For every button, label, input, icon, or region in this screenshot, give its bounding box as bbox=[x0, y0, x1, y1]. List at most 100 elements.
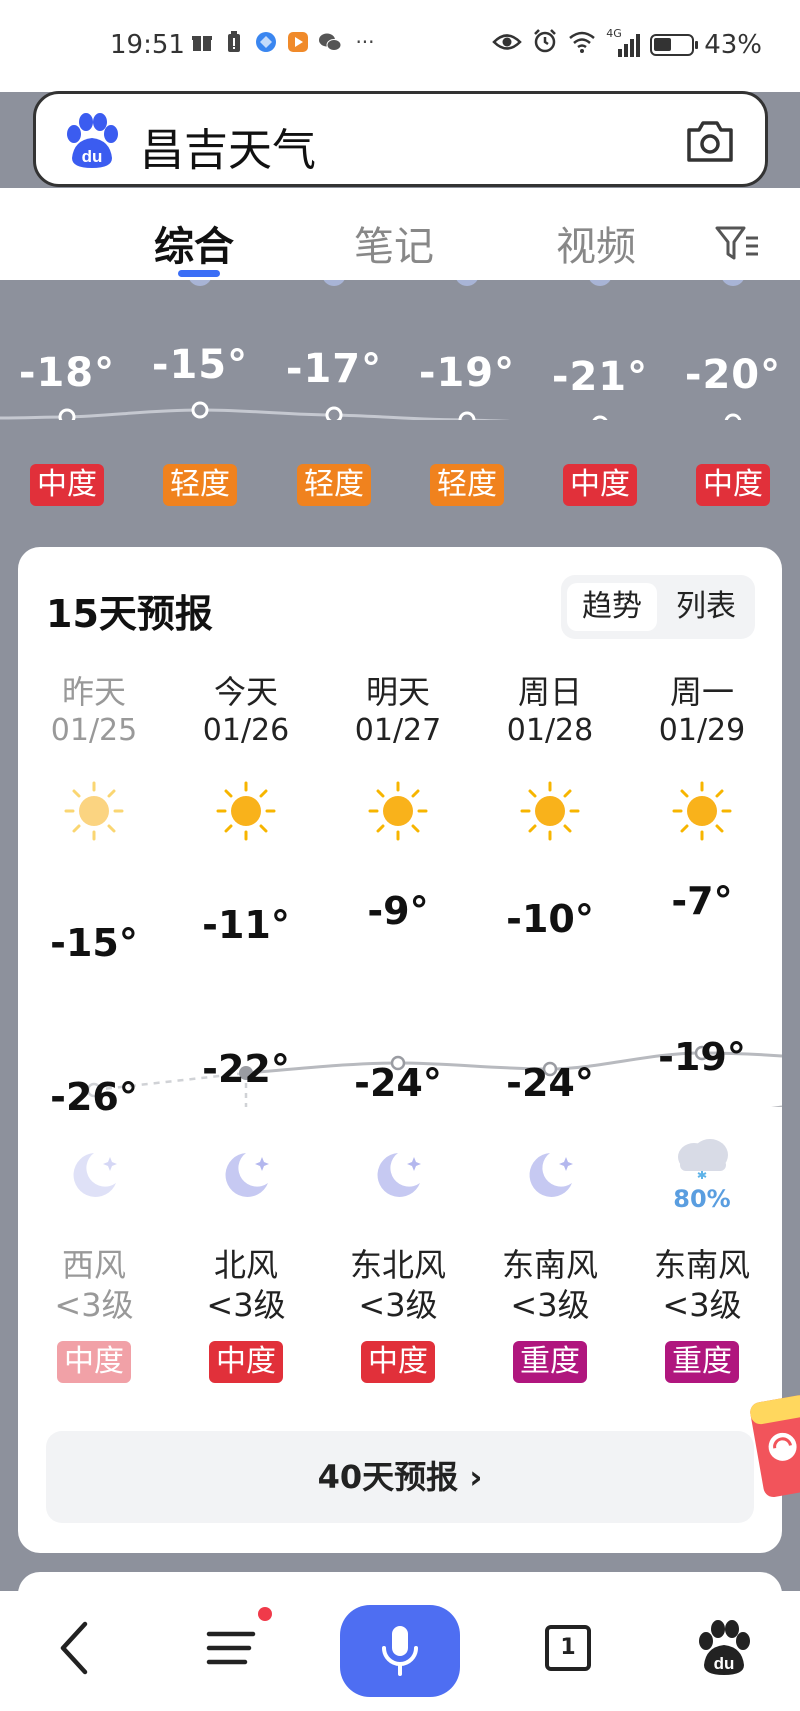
wind-level: <3级 bbox=[358, 1286, 438, 1324]
day-date: 01/29 bbox=[658, 713, 746, 748]
aqi-badge: 中度 bbox=[57, 1341, 131, 1383]
forecast-40day-button[interactable]: 40天预报 › bbox=[46, 1431, 754, 1523]
battery-percent: 43% bbox=[704, 29, 762, 60]
aqi-badge: 重度 bbox=[513, 1341, 587, 1383]
baidu-paw-icon: du bbox=[64, 112, 120, 170]
wechat-icon bbox=[318, 30, 342, 54]
active-tab-indicator bbox=[178, 270, 220, 277]
aqi-badge: 中度 bbox=[696, 464, 770, 506]
baidu-home-icon[interactable]: du bbox=[694, 1613, 754, 1683]
wind-direction: 西风 bbox=[61, 1246, 126, 1284]
snow-probability: 80% bbox=[673, 1185, 731, 1213]
filter-icon[interactable] bbox=[714, 224, 760, 264]
battery-icon bbox=[650, 33, 699, 56]
svg-text:du: du bbox=[82, 147, 103, 166]
tabs-button[interactable]: 1 bbox=[542, 1613, 594, 1683]
wind-info: 东北风 <3级 bbox=[328, 1245, 468, 1325]
day-name: 周一 bbox=[669, 673, 734, 711]
more-notifications: ··· bbox=[355, 30, 375, 54]
battery-alert-icon bbox=[222, 30, 246, 54]
toggle-trend[interactable]: 趋势 bbox=[567, 583, 657, 631]
forecast-title: 15天预报 bbox=[46, 592, 213, 636]
aqi-badge: 中度 bbox=[209, 1341, 283, 1383]
sun-icon bbox=[24, 779, 164, 843]
moon-icon bbox=[328, 1145, 468, 1215]
high-temp: -7° bbox=[671, 879, 733, 923]
tab-comprehensive[interactable]: 综合 bbox=[154, 214, 234, 272]
hourly-temp: -20° bbox=[684, 352, 782, 398]
search-box[interactable]: du 昌吉天气 bbox=[33, 91, 768, 187]
sun-icon bbox=[176, 779, 316, 843]
high-temp: -9° bbox=[367, 889, 429, 933]
wind-direction: 东南风 bbox=[653, 1246, 750, 1284]
hourly-temp: -17° bbox=[285, 346, 383, 392]
hourly-temp: -21° bbox=[551, 354, 649, 400]
hourly-temp: -19° bbox=[418, 350, 516, 396]
system-status: 4G 43% bbox=[492, 27, 762, 61]
bottom-nav: 1 du bbox=[0, 1591, 800, 1711]
search-query[interactable]: 昌吉天气 bbox=[140, 114, 316, 178]
back-icon[interactable] bbox=[50, 1613, 100, 1683]
sun-icon bbox=[632, 779, 772, 843]
status-time: 19:51 bbox=[110, 30, 185, 60]
tabs-icon: 1 bbox=[545, 1625, 591, 1671]
aqi-badge: 轻度 bbox=[163, 464, 237, 506]
low-temp: -26° bbox=[50, 1075, 138, 1119]
sun-icon bbox=[480, 779, 620, 843]
day-name: 今天 bbox=[213, 673, 278, 711]
day-date: 01/28 bbox=[506, 713, 594, 748]
hourly-temp: -18° bbox=[18, 350, 116, 396]
aqi-badge: 轻度 bbox=[430, 464, 504, 506]
wind-info: 东南风 <3级 bbox=[480, 1245, 620, 1325]
camera-icon[interactable] bbox=[685, 118, 735, 164]
status-bar: 19:51 ··· 4G 43% bbox=[0, 0, 800, 92]
day-date: 01/25 bbox=[50, 713, 138, 748]
aqi-badge: 中度 bbox=[30, 464, 104, 506]
eye-icon bbox=[492, 30, 522, 60]
notification-icons: ··· bbox=[190, 30, 380, 54]
low-temp: -19° bbox=[658, 1035, 746, 1079]
forecast-card: 15天预报 趋势 列表 昨天 今天 明天 周日 周一 01/25 01/26 0… bbox=[18, 547, 782, 1553]
day-date: 01/26 bbox=[202, 713, 290, 748]
tab-videos[interactable]: 视频 bbox=[556, 214, 636, 272]
hourly-temp: -15° bbox=[151, 342, 249, 388]
gift-icon bbox=[190, 30, 214, 54]
wind-level: <3级 bbox=[54, 1286, 134, 1324]
aqi-badge: 中度 bbox=[563, 464, 637, 506]
tab-notes[interactable]: 笔记 bbox=[354, 214, 434, 272]
day-date: 01/27 bbox=[354, 713, 442, 748]
hourly-temp-strip: -18° -15° -17° -19° -21° -20° 中度 轻度 轻度 轻… bbox=[0, 280, 800, 530]
snow-cloud-icon: 80% bbox=[632, 1135, 772, 1213]
aqi-badge: 重度 bbox=[665, 1341, 739, 1383]
wind-direction: 北风 bbox=[213, 1246, 278, 1284]
toggle-list[interactable]: 列表 bbox=[661, 583, 751, 631]
low-temp: -24° bbox=[506, 1061, 594, 1105]
day-name: 昨天 bbox=[61, 673, 126, 711]
search-tabs: 综合 笔记 视频 bbox=[0, 188, 800, 280]
cellular-icon: 4G bbox=[606, 27, 641, 57]
high-temp: -11° bbox=[202, 903, 290, 947]
wind-info: 东南风 <3级 bbox=[632, 1245, 772, 1325]
low-temp: -24° bbox=[354, 1061, 442, 1105]
svg-text:du: du bbox=[714, 1654, 735, 1673]
view-toggle: 趋势 列表 bbox=[561, 575, 755, 639]
low-temp: -22° bbox=[202, 1047, 290, 1091]
high-temp: -15° bbox=[50, 921, 138, 965]
wind-info: 北风 <3级 bbox=[176, 1245, 316, 1325]
wind-direction: 东南风 bbox=[501, 1246, 598, 1284]
menu-icon[interactable] bbox=[205, 1613, 257, 1683]
wind-level: <3级 bbox=[662, 1286, 742, 1324]
sun-icon bbox=[328, 779, 468, 843]
wind-direction: 东北风 bbox=[349, 1246, 446, 1284]
day-name: 明天 bbox=[365, 673, 430, 711]
wind-level: <3级 bbox=[510, 1286, 590, 1324]
aqi-badge: 中度 bbox=[361, 1341, 435, 1383]
aqi-badge: 轻度 bbox=[297, 464, 371, 506]
video-app-icon bbox=[286, 30, 310, 54]
wind-info: 西风 <3级 bbox=[24, 1245, 164, 1325]
day-name: 周日 bbox=[517, 673, 582, 711]
moon-icon bbox=[24, 1145, 164, 1215]
notification-dot bbox=[258, 1607, 272, 1621]
mic-icon bbox=[382, 1626, 418, 1676]
voice-search-button[interactable] bbox=[340, 1605, 460, 1697]
